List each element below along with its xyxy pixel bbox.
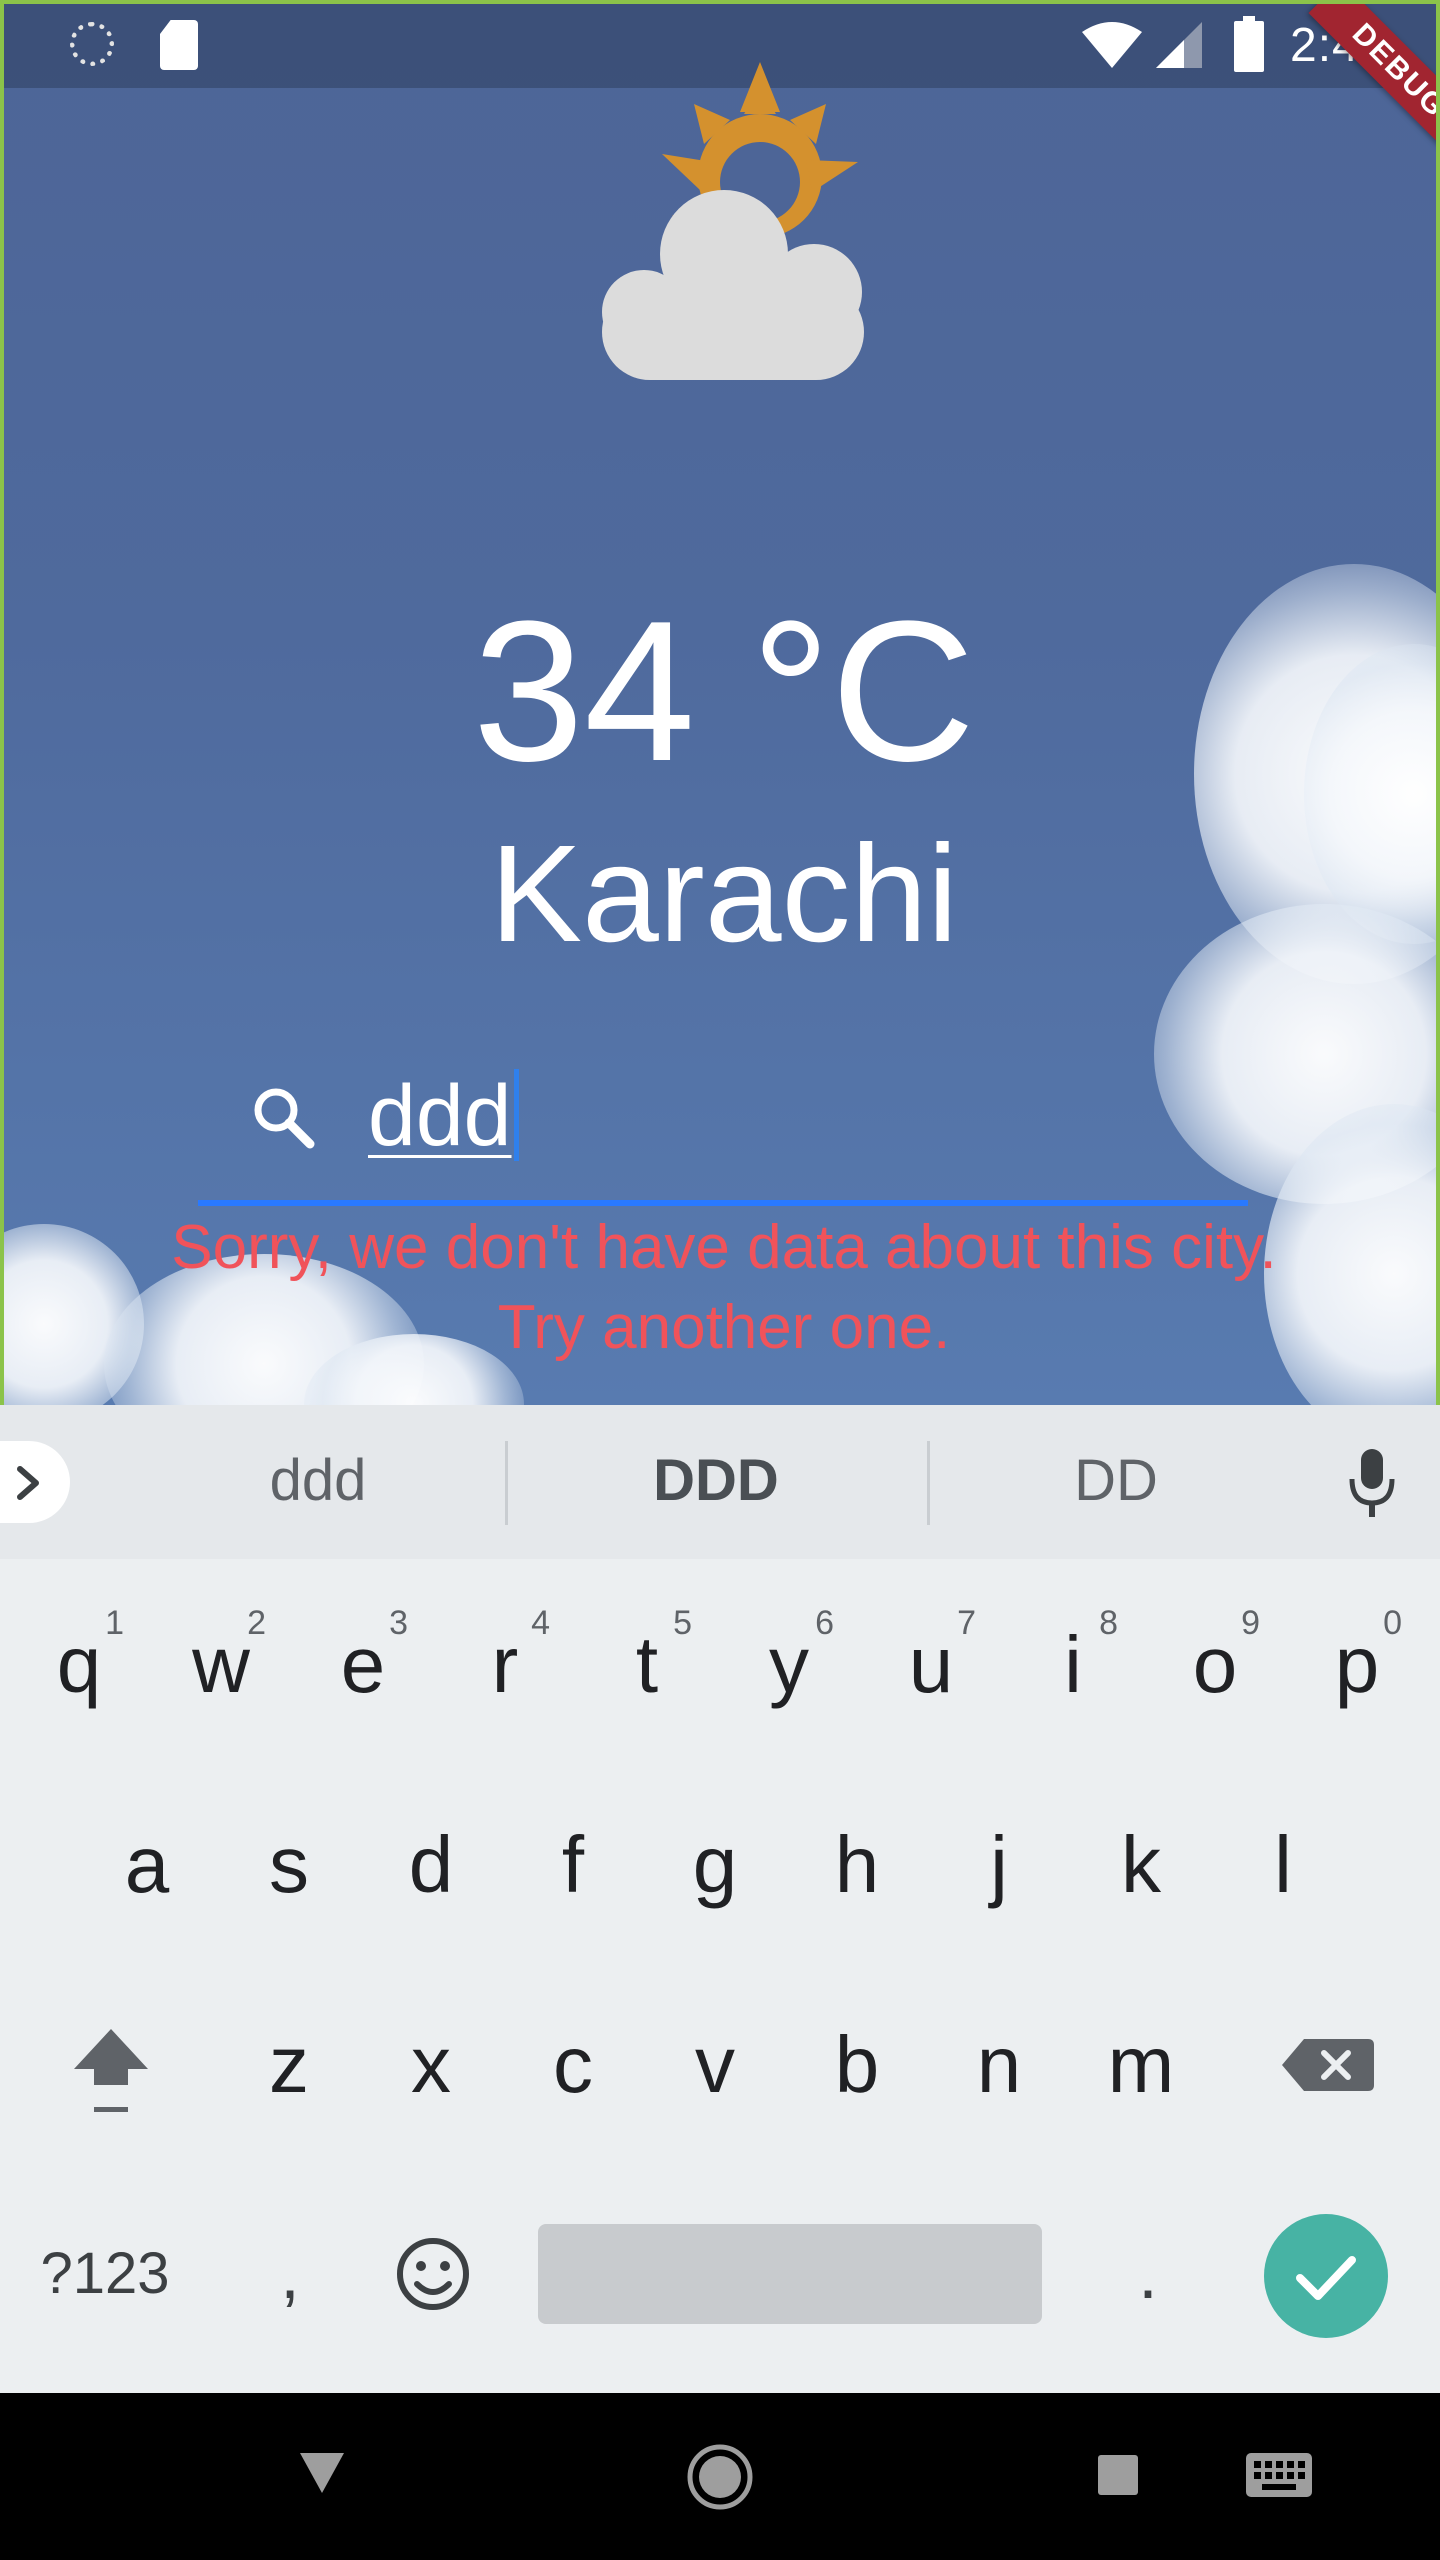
suggestion-divider [927,1441,930,1525]
key-label: w [192,1620,250,1709]
wifi-icon [1082,22,1142,68]
city-search-field[interactable]: ddd [198,1044,1248,1208]
key-j[interactable]: j [944,1785,1054,1945]
period-key[interactable]: . [1098,2214,1198,2334]
key-r[interactable]: r4 [450,1585,560,1745]
key-hint: 9 [1241,1604,1260,1642]
key-hint: 7 [957,1604,976,1642]
suggestion-2[interactable]: DDD [566,1441,866,1521]
city-name: Karachi [490,817,958,971]
symbols-key[interactable]: ?123 [20,2214,190,2334]
key-d[interactable]: d [376,1785,486,1945]
key-m[interactable]: m [1086,1985,1196,2145]
key-h[interactable]: h [802,1785,912,1945]
key-k[interactable]: k [1086,1785,1196,1945]
key-label: e [340,1620,386,1709]
microphone-icon[interactable] [1346,1447,1398,1519]
key-hint: 3 [389,1604,408,1642]
key-label: i [1064,1620,1082,1709]
key-hint: 4 [531,1604,550,1642]
suggestion-divider [505,1441,508,1525]
partly-cloudy-icon [602,62,864,380]
key-l[interactable]: l [1228,1785,1338,1945]
key-label: y [769,1620,809,1709]
key-i[interactable]: i8 [1018,1585,1128,1745]
search-input[interactable]: ddd [368,1066,519,1166]
key-hint: 8 [1099,1604,1118,1642]
sd-card-icon [160,20,198,70]
battery-icon [1234,16,1264,72]
key-b[interactable]: b [802,1985,912,2145]
key-w[interactable]: w2 [166,1585,276,1745]
key-hint: 0 [1383,1604,1402,1642]
key-label: q [56,1620,102,1709]
suggestion-3[interactable]: DD [966,1441,1266,1521]
key-y[interactable]: y6 [734,1585,844,1745]
key-label: u [908,1620,954,1709]
emoji-icon [397,2238,469,2310]
key-label: o [1192,1620,1238,1709]
key-u[interactable]: u7 [876,1585,986,1745]
search-icon [254,1088,315,1149]
key-q[interactable]: q1 [24,1585,134,1745]
back-icon[interactable] [296,2449,348,2497]
recents-icon[interactable] [1096,2453,1140,2497]
sync-icon [70,22,114,66]
key-hint: 1 [105,1604,124,1642]
key-s[interactable]: s [234,1785,344,1945]
key-label: r [491,1620,519,1709]
key-hint: 5 [673,1604,692,1642]
checkmark-icon [1296,2256,1356,2300]
key-t[interactable]: t5 [592,1585,702,1745]
key-c[interactable]: c [518,1985,628,2145]
key-e[interactable]: e3 [308,1585,418,1745]
suggestion-strip: ddd DDD DD [0,1405,1440,1559]
key-n[interactable]: n [944,1985,1054,2145]
key-z[interactable]: z [234,1985,344,2145]
key-o[interactable]: o9 [1160,1585,1270,1745]
weather-app: 2:49 DEBUG 34 °C Karachi ddd Sorry, we d… [0,0,1440,1405]
search-input-value: ddd [368,1068,512,1164]
space-key[interactable] [538,2224,1042,2324]
key-x[interactable]: x [376,1985,486,2145]
suggestion-1[interactable]: ddd [168,1441,468,1521]
text-cursor [513,1069,519,1161]
backspace-icon [1282,2039,1374,2091]
backspace-key[interactable] [1272,1985,1382,2145]
key-label: t [635,1620,659,1709]
done-key[interactable] [1264,2214,1388,2338]
chevron-right-icon [17,1466,39,1500]
shift-icon [74,2029,148,2112]
comma-key[interactable]: , [240,2214,340,2334]
emoji-key[interactable] [390,2224,476,2324]
shift-key[interactable] [56,1985,166,2145]
key-f[interactable]: f [518,1785,628,1945]
key-v[interactable]: v [660,1985,770,2145]
home-icon[interactable] [686,2443,754,2511]
key-g[interactable]: g [660,1785,770,1945]
expand-suggestions-button[interactable] [0,1441,70,1523]
search-error-message: Sorry, we don't have data about this cit… [171,1213,1277,1362]
cellular-signal-icon [1156,22,1202,68]
temperature: 34 °C [472,580,976,803]
key-a[interactable]: a [92,1785,202,1945]
search-underline [198,1200,1248,1206]
keyboard-switch-icon[interactable] [1244,2451,1314,2499]
key-hint: 6 [815,1604,834,1642]
key-hint: 2 [247,1604,266,1642]
navigation-bar [0,2393,1440,2560]
key-label: p [1334,1620,1380,1709]
key-p[interactable]: p0 [1302,1585,1412,1745]
